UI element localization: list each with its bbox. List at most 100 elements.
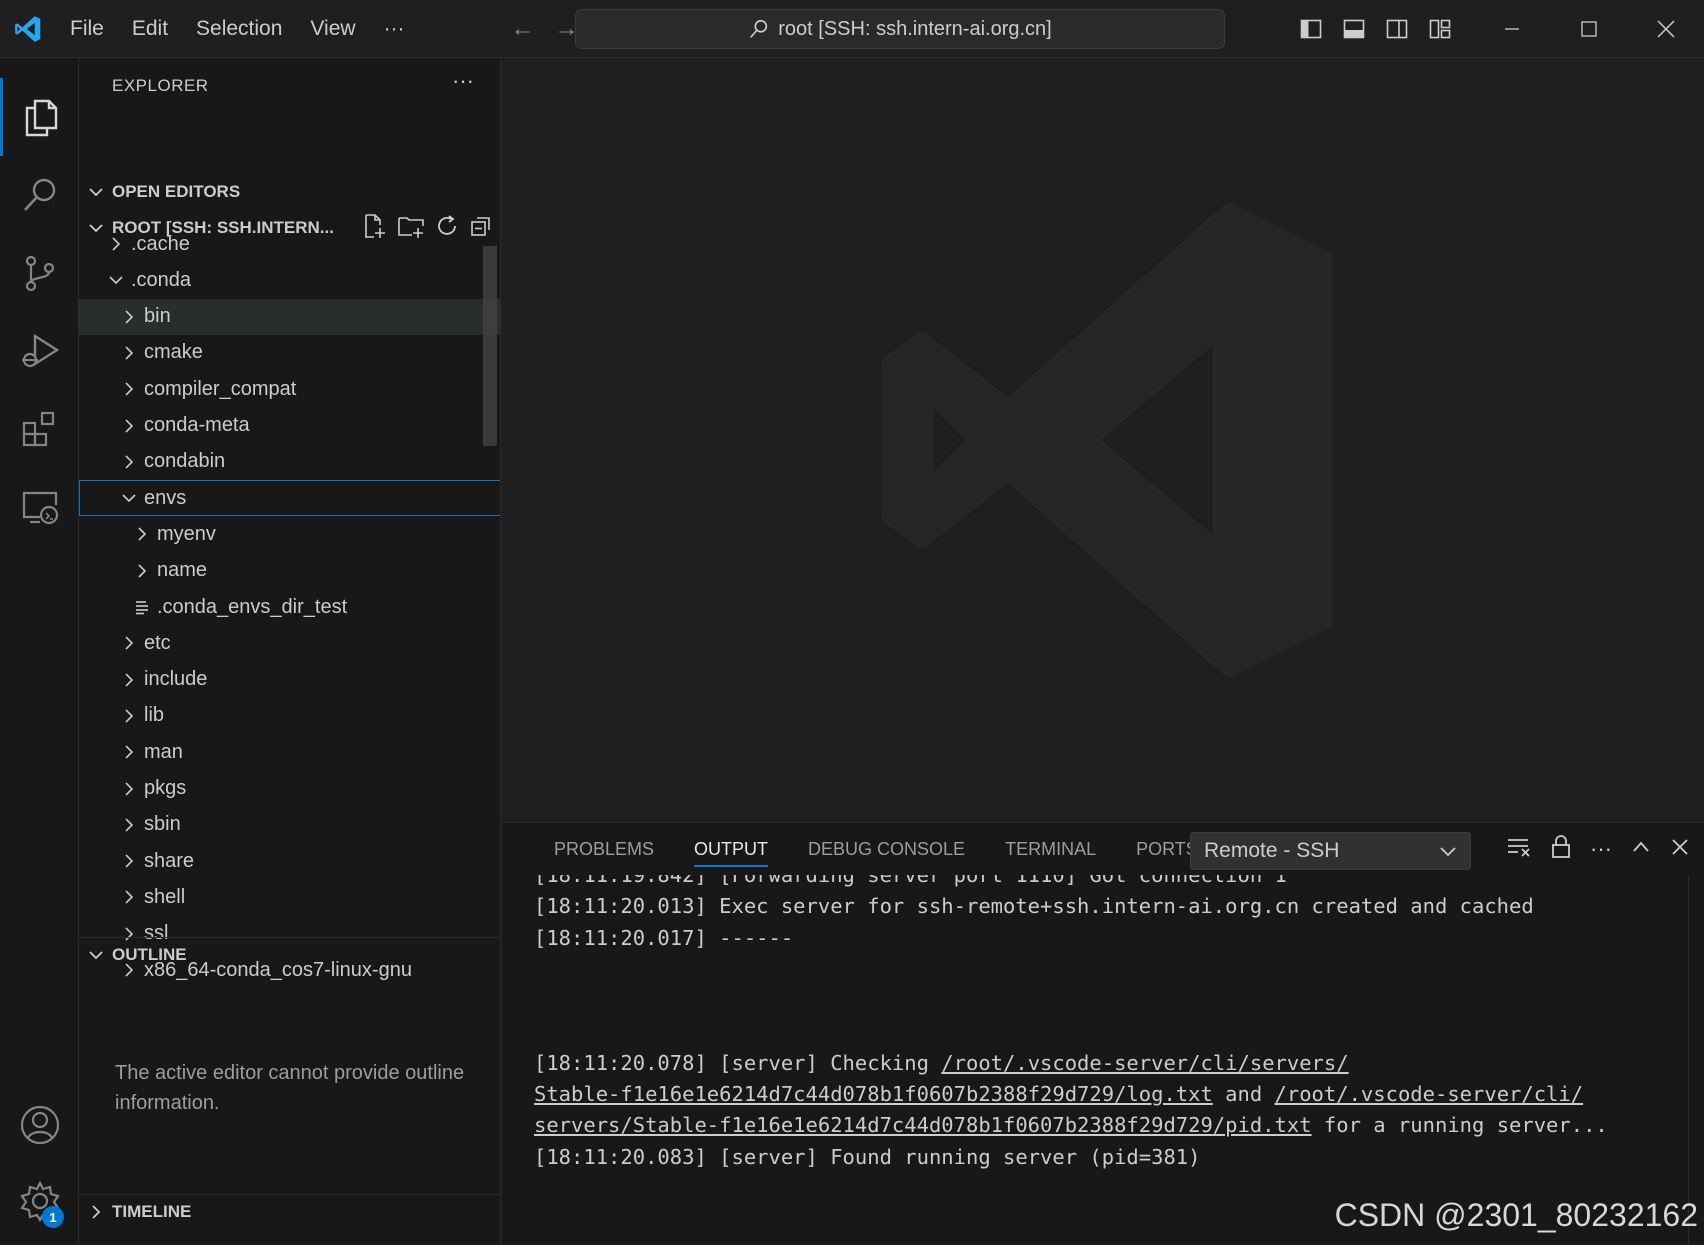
open-editors-header[interactable]: OPEN EDITORS (79, 175, 500, 209)
outline-label: OUTLINE (112, 944, 187, 964)
chevron-right-icon (118, 371, 140, 407)
tree-folder[interactable]: shell (79, 879, 500, 915)
tree-folder[interactable]: cmake (79, 335, 500, 371)
menu-item-edit[interactable]: Edit (118, 9, 182, 49)
tree-item-label: lib (144, 704, 165, 727)
chevron-down-icon (1438, 841, 1458, 867)
output-log[interactable]: [18:11:19.842] [Forwarding server port 1… (534, 875, 1684, 1245)
close-panel-icon[interactable] (1670, 837, 1690, 862)
file-path-link[interactable]: servers/Stable-f1e16e1e6214d7c44d078b1f0… (534, 1113, 1312, 1137)
tree-item-label: condabin (144, 450, 226, 473)
source-control-icon[interactable] (0, 234, 79, 312)
chevron-right-icon (131, 553, 153, 589)
chevron-right-icon (118, 843, 140, 879)
menu-item-selection[interactable]: Selection (182, 9, 296, 49)
sidebar-title: EXPLORER (112, 76, 209, 95)
more-icon[interactable]: ··· (1590, 836, 1612, 862)
csdn-watermark: CSDN @2301_80232162 (1334, 1197, 1698, 1233)
file-tree: .cache .conda bin cmake compiler_compatconda… (79, 226, 500, 991)
outline-header[interactable]: OUTLINE (79, 937, 500, 971)
settings-gear-icon[interactable]: 1 (0, 1162, 79, 1240)
close-window-icon[interactable] (1627, 0, 1704, 58)
chevron-down-icon (79, 184, 112, 200)
minimize-icon[interactable] (1473, 0, 1550, 58)
tree-folder[interactable]: share (79, 843, 500, 879)
chevron-right-icon (118, 335, 140, 371)
clear-output-icon[interactable] (1506, 836, 1532, 863)
tree-folder[interactable]: .cache (79, 226, 500, 262)
back-arrow-icon[interactable]: ← (511, 15, 535, 43)
output-line: [18:11:20.083] [server] Found running se… (534, 1145, 1200, 1169)
editor-area[interactable] (502, 58, 1704, 822)
tree-folder[interactable]: bin (79, 298, 500, 335)
bottom-panel: PROBLEMS OUTPUT DEBUG CONSOLE TERMINAL PORTS… (502, 822, 1704, 1245)
menu-bar: File Edit Selection View ··· (56, 0, 419, 58)
chevron-down-icon (79, 947, 112, 963)
lock-scroll-icon[interactable] (1550, 834, 1572, 864)
tree-folder[interactable]: etc (79, 625, 500, 661)
output-line: servers/Stable-f1e16e1e6214d7c44d078b1f0… (534, 1113, 1608, 1137)
tab-debug-console[interactable]: DEBUG CONSOLE (788, 823, 985, 875)
output-line: Stable-f1e16e1e6214d7c44d078b1f0607b2388… (534, 1082, 1583, 1106)
vscode-logo-icon (0, 0, 56, 58)
output-line: [18:11:20.017] ------ (534, 926, 793, 950)
tree-folder[interactable]: sbin (79, 807, 500, 843)
tree-folder[interactable]: .conda (79, 262, 500, 298)
command-center[interactable]: root [SSH: ssh.intern-ai.org.cn] (575, 9, 1225, 49)
tree-item-label: conda-meta (144, 414, 250, 436)
toggle-primary-sidebar-icon[interactable] (1289, 0, 1332, 58)
accounts-icon[interactable] (0, 1086, 79, 1164)
chevron-down-icon (105, 262, 127, 298)
file-path-link[interactable]: /root/.vscode-server/cli/servers/ (941, 1051, 1348, 1075)
output-scrollbar[interactable] (1688, 875, 1704, 1245)
tree-folder[interactable]: condabin (79, 444, 500, 480)
explorer-icon[interactable] (0, 78, 79, 156)
menu-item-more[interactable]: ··· (370, 9, 419, 49)
more-actions-icon[interactable]: ··· (452, 68, 474, 94)
tree-item-label: compiler_compat (144, 377, 297, 400)
output-channel-label: Remote - SSH (1204, 839, 1340, 862)
tree-folder[interactable]: pkgs (79, 771, 500, 807)
menu-item-view[interactable]: View (296, 9, 369, 49)
tab-output[interactable]: OUTPUT (674, 823, 788, 875)
tree-file[interactable]: .conda_envs_dir_test (79, 589, 500, 625)
tree-folder[interactable]: man (79, 734, 500, 770)
tree-folder[interactable]: lib (79, 698, 500, 734)
tree-item-label: pkgs (144, 777, 187, 799)
window-controls (1289, 0, 1704, 58)
tree-folder[interactable]: compiler_compat (79, 371, 500, 407)
extensions-icon[interactable] (0, 390, 79, 468)
file-path-link[interactable]: Stable-f1e16e1e6214d7c44d078b1f0607b2388… (534, 1082, 1213, 1106)
chevron-right-icon (118, 625, 140, 661)
output-line: [18:11:20.078] [server] Checking /root/.… (534, 1051, 1349, 1075)
customize-layout-icon[interactable] (1418, 0, 1461, 58)
tree-item-label: man (144, 740, 183, 763)
tree-item-label: cmake (144, 341, 203, 364)
tree-item-label: etc (144, 631, 171, 654)
chevron-right-icon (118, 734, 140, 770)
run-debug-icon[interactable] (0, 312, 79, 390)
timeline-label: TIMELINE (112, 1201, 192, 1221)
output-channel-select[interactable]: Remote - SSH (1190, 832, 1471, 870)
tree-folder[interactable]: conda-meta (79, 408, 500, 444)
tree-folder[interactable]: name (79, 553, 500, 589)
maximize-icon[interactable] (1550, 0, 1627, 58)
tree-folder[interactable]: myenv (79, 516, 500, 552)
menu-item-file[interactable]: File (56, 9, 118, 49)
toggle-panel-icon[interactable] (1332, 0, 1375, 58)
outline-message: The active editor cannot provide outline… (115, 1062, 465, 1114)
tree-item-label: name (157, 559, 208, 582)
output-text: and (1212, 1082, 1275, 1107)
tab-problems[interactable]: PROBLEMS (534, 823, 674, 875)
output-text: [18:11:20.083] [server] Found running se… (534, 1144, 1201, 1169)
tree-folder[interactable]: include (79, 662, 500, 698)
timeline-header[interactable]: TIMELINE (79, 1194, 500, 1228)
remote-explorer-icon[interactable] (0, 468, 79, 546)
tree-scrollbar[interactable] (483, 246, 497, 446)
tab-terminal[interactable]: TERMINAL (985, 823, 1116, 875)
maximize-panel-icon[interactable] (1630, 836, 1652, 863)
search-activity-icon[interactable] (0, 156, 79, 234)
file-path-link[interactable]: /root/.vscode-server/cli/ (1275, 1082, 1584, 1106)
tree-folder[interactable]: envs (79, 480, 500, 517)
toggle-secondary-sidebar-icon[interactable] (1375, 0, 1418, 58)
